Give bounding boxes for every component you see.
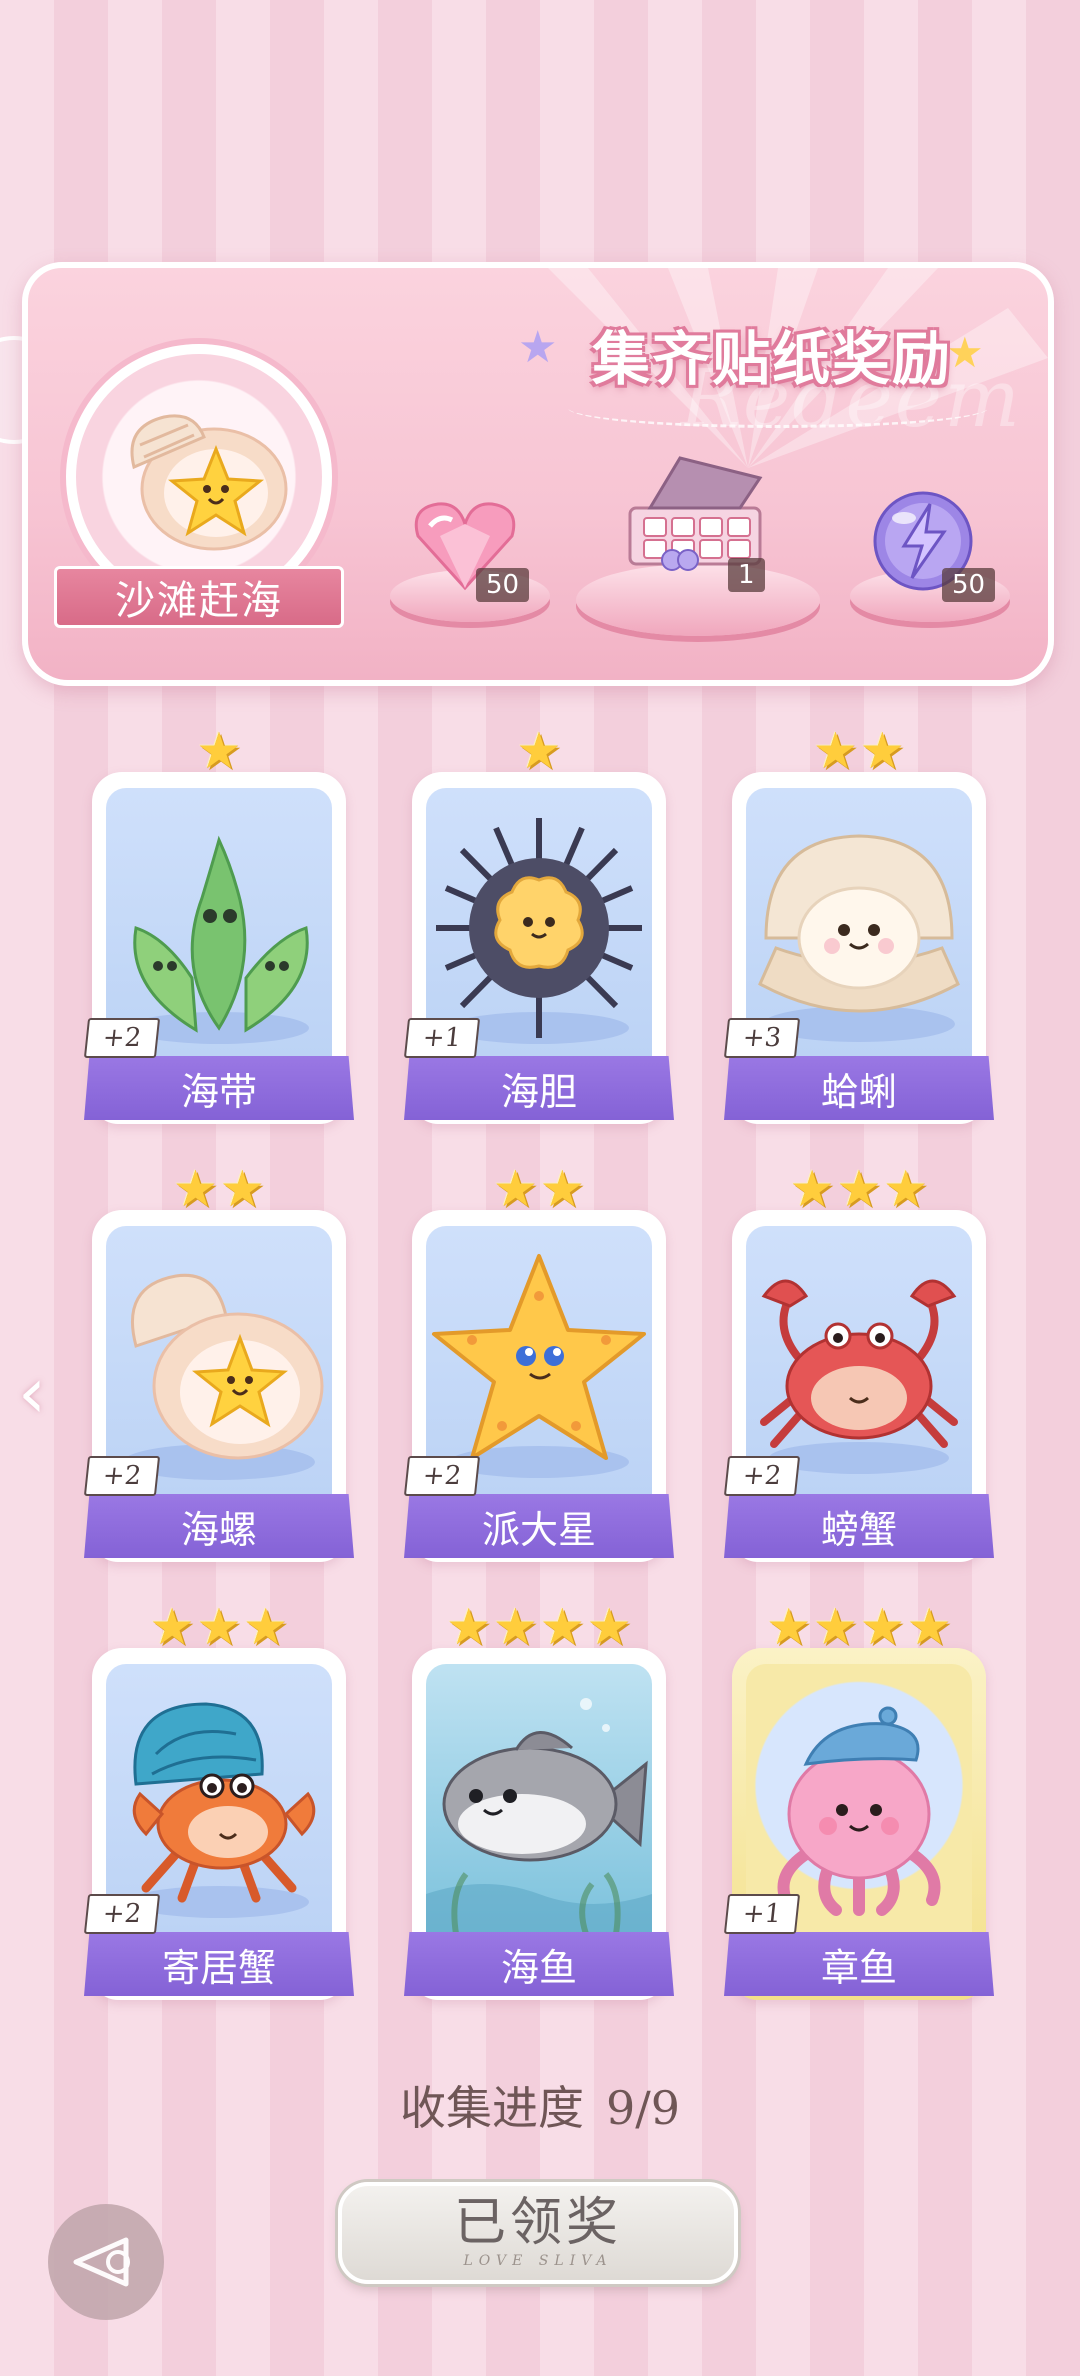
sticker-card-clam[interactable]: ★ ★ 蛤蜊 +3: [723, 726, 994, 1132]
card-bonus-badge: +2: [83, 1018, 161, 1058]
back-arrow-icon: [73, 2237, 130, 2287]
card-bonus-badge: +2: [83, 1894, 161, 1934]
star-icon: ★: [243, 1598, 289, 1656]
claimed-reward-button[interactable]: 已领奖 LOVE SLIVA: [338, 2182, 738, 2284]
star-icon: ★: [149, 1598, 195, 1656]
sticker-card-fish[interactable]: ★ ★ ★ ★ 海鱼: [404, 1602, 674, 2008]
star-icon: ★: [493, 1598, 538, 1656]
star-icon: ★: [540, 1160, 585, 1218]
star-icon: ★: [446, 1598, 492, 1656]
card-bonus-badge: +2: [723, 1456, 801, 1496]
star-icon: ★: [173, 1160, 218, 1218]
card-label: 海鱼: [404, 1932, 674, 1996]
card-art: [426, 1664, 652, 1934]
sticker-card-octopus[interactable]: ★ ★ ★ ★ 章鱼 +1: [723, 1602, 994, 2008]
sticker-card-urchin[interactable]: ★ 海胆 +1: [403, 726, 674, 1132]
card-label: 寄居蟹: [84, 1932, 354, 1996]
card-bonus-badge: +3: [723, 1018, 801, 1058]
purple-star-icon: ★: [518, 322, 558, 373]
progress-label: 收集进度: [399, 2081, 584, 2135]
card-stars: ★ ★ ★ ★: [732, 1602, 986, 1652]
star-icon: ★: [836, 1160, 882, 1218]
previous-page-arrow-icon[interactable]: ‹: [18, 1352, 46, 1434]
reward-qty: 50: [942, 568, 996, 602]
reward-qty: 1: [728, 558, 765, 592]
sticker-card-conch[interactable]: ★ ★ 海螺 +2: [83, 1164, 354, 1570]
fish-icon: [426, 1698, 652, 1934]
star-icon: ★: [516, 722, 562, 780]
card-label: 蛤蜊: [724, 1056, 994, 1120]
card-label: 派大星: [404, 1494, 674, 1558]
card-label: 螃蟹: [724, 1494, 994, 1558]
card-stars: ★ ★ ★ ★: [412, 1602, 666, 1652]
sticker-card-seaweed[interactable]: ★ 海带 +2: [83, 726, 354, 1132]
star-icon: ★: [860, 1598, 905, 1656]
star-icon: ★: [789, 1160, 835, 1218]
star-icon: ★: [220, 1160, 265, 1218]
star-icon: ★: [766, 1598, 812, 1656]
star-icon: ★: [493, 1160, 538, 1218]
card-stars: ★ ★: [412, 1164, 666, 1214]
star-icon: ★: [860, 722, 905, 780]
card-stars: ★ ★ ★: [92, 1602, 346, 1652]
conch-star-icon: [130, 414, 288, 551]
star-icon: ★: [540, 1598, 585, 1656]
back-button[interactable]: [48, 2204, 164, 2320]
progress-value: 9/9: [605, 2081, 681, 2135]
card-stars: ★: [92, 726, 346, 776]
claimed-button-sub: LOVE SLIVA: [463, 2253, 613, 2269]
title-dashed-arc: [568, 388, 988, 428]
star-icon: ★: [906, 1598, 952, 1656]
star-icon: ★: [196, 1598, 242, 1656]
star-icon: ★: [883, 1160, 929, 1218]
card-bonus-badge: +2: [83, 1456, 161, 1496]
card-bonus-badge: +1: [403, 1018, 481, 1058]
star-icon: ★: [586, 1598, 632, 1656]
claimed-button-label: 已领奖: [453, 2193, 622, 2253]
theme-name-plate: 沙滩赶海: [54, 566, 344, 628]
card-label: 章鱼: [724, 1932, 994, 1996]
card-label: 海带: [84, 1056, 354, 1120]
sticker-card-crab[interactable]: ★ ★ ★ 螃蟹 +2: [723, 1164, 994, 1570]
banner-title: 集齐贴纸奖励: [592, 325, 953, 393]
card-label: 海螺: [84, 1494, 354, 1558]
card-stars: ★ ★: [92, 1164, 346, 1214]
card-bonus-badge: +2: [403, 1456, 481, 1496]
card-stars: ★: [412, 726, 666, 776]
star-icon: ★: [813, 722, 858, 780]
reward-banner: Redeem ★ ★ 集齐贴纸奖励 沙滩赶海 50 1 50: [22, 262, 1054, 686]
reward-qty: 50: [476, 568, 530, 602]
card-stars: ★ ★ ★: [732, 1164, 986, 1214]
sticker-card-hermit-crab[interactable]: ★ ★ ★ 寄居蟹 +2: [83, 1602, 354, 2008]
star-icon: ★: [813, 1598, 858, 1656]
collection-progress: 收集进度 9/9: [0, 2072, 1080, 2138]
card-stars: ★ ★: [732, 726, 986, 776]
sticker-card-starfish[interactable]: ★ ★ 派大星 +2: [403, 1164, 674, 1570]
star-icon: ★: [196, 722, 242, 780]
card-label: 海胆: [404, 1056, 674, 1120]
card-bonus-badge: +1: [723, 1894, 801, 1934]
